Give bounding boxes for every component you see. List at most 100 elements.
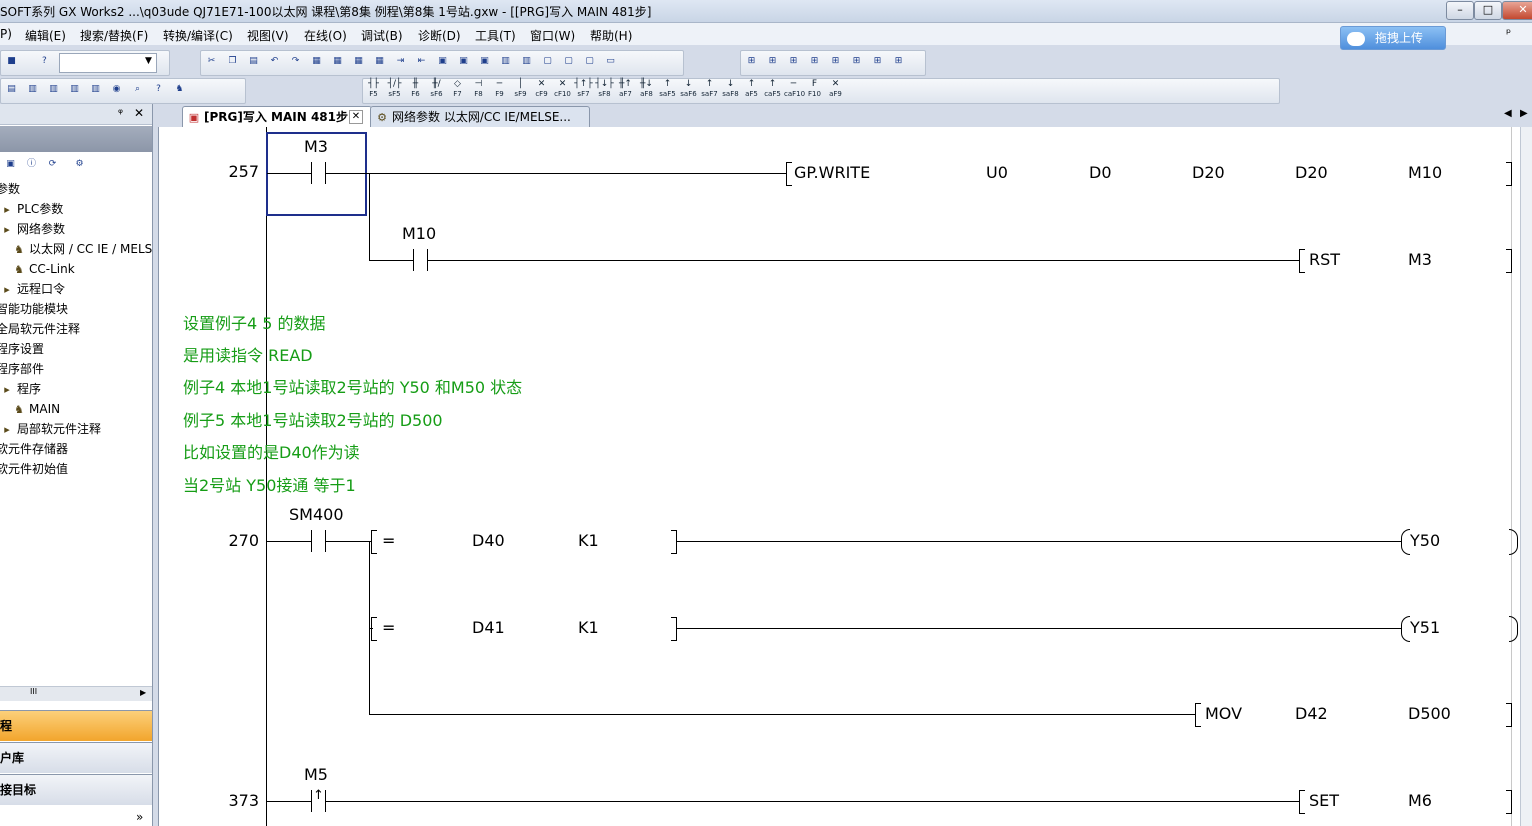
window-icon[interactable]: ▤	[3, 81, 20, 97]
ladder-symbol-button[interactable]: ↑ saF5	[658, 79, 677, 99]
tree-item[interactable]: ♞ 以太网 / CC IE / MELS	[12, 240, 152, 258]
cut-icon[interactable]: ✂	[203, 53, 220, 69]
statement-comment[interactable]: 是用读指令 READ	[183, 342, 313, 366]
step-icon[interactable]: ▢	[581, 53, 598, 69]
dev-icon[interactable]: ▥	[45, 81, 62, 97]
monitor-icon[interactable]: ▣	[455, 53, 472, 69]
panel-close-icon[interactable]: ✕	[134, 106, 144, 120]
refresh-icon[interactable]: ⟳	[44, 156, 61, 172]
ladder-icon[interactable]: ⊞	[869, 53, 886, 69]
tree-item[interactable]: ▸ 网络参数	[0, 220, 65, 238]
tree-item[interactable]: 智能功能模块	[0, 300, 68, 318]
menu-find-replace[interactable]: 搜索/替换(F)	[80, 27, 148, 44]
tree-item[interactable]: ▸ 程序	[0, 380, 41, 398]
dev-icon[interactable]: ▥	[497, 53, 514, 69]
nav-program[interactable]: 程	[0, 710, 152, 741]
contact-no[interactable]	[413, 249, 414, 271]
ladder-symbol-button[interactable]: ┤/├ sF5	[385, 79, 404, 99]
upload-button[interactable]: 拖拽上传	[1340, 26, 1446, 50]
device-icon[interactable]: ▦	[371, 53, 388, 69]
tree-item[interactable]: 软元件存储器	[0, 440, 68, 458]
menu-debug[interactable]: 调试(B)	[361, 27, 403, 44]
read-plc-icon[interactable]: ⇤	[413, 53, 430, 69]
ladder-symbol-button[interactable]: ⊣ F8	[469, 79, 488, 99]
device-icon[interactable]: ▦	[308, 53, 325, 69]
paste-icon[interactable]: ▤	[245, 53, 262, 69]
contact-no[interactable]	[311, 530, 312, 552]
close-button[interactable]: ✕	[1502, 1, 1532, 20]
copy-icon[interactable]: ❐	[224, 53, 241, 69]
statement-comment[interactable]: 当2号站 Y50接通 等于1	[183, 472, 356, 496]
chevron-down-icon[interactable]: ▼	[145, 56, 152, 66]
minimize-button[interactable]: –	[1446, 1, 1474, 20]
ladder-symbol-button[interactable]: ↓ saF6	[679, 79, 698, 99]
scroll-right-icon[interactable]: ▶	[140, 688, 146, 697]
ladder-icon[interactable]: ⊞	[743, 53, 760, 69]
contact-no[interactable]	[311, 162, 312, 184]
tree-item[interactable]: ▸ 远程口令	[0, 280, 65, 298]
info-icon[interactable]: ⓘ	[23, 156, 40, 172]
ladder-icon[interactable]: ⊞	[764, 53, 781, 69]
undo-icon[interactable]: ↶	[266, 53, 283, 69]
instruction-name[interactable]: RST	[1309, 250, 1340, 269]
coil-label[interactable]: Y51	[1410, 618, 1440, 637]
tree-item[interactable]: ♞ CC-Link	[12, 260, 75, 278]
help-icon[interactable]: ?	[150, 81, 167, 97]
step-icon[interactable]: ▢	[560, 53, 577, 69]
tree-item[interactable]: 程序部件	[0, 360, 44, 378]
display-icon[interactable]: ▭	[602, 53, 619, 69]
options-icon[interactable]: ⚙	[71, 156, 88, 172]
ladder-symbol-button[interactable]: ✕ cF9	[532, 79, 551, 99]
menu-edit[interactable]: 编辑(E)	[25, 27, 66, 44]
tree-item[interactable]: 软元件初始值	[0, 460, 68, 478]
compare-operator[interactable]: =	[382, 618, 395, 637]
ladder-symbol-button[interactable]: ↑ saF7	[700, 79, 719, 99]
device-icon[interactable]: ▦	[350, 53, 367, 69]
ladder-editor[interactable]: 257 M3 GP.WRITE U0 D0 D20 D20 M10 M10 RS…	[158, 127, 1521, 826]
ladder-symbol-button[interactable]: ─ caF10	[784, 79, 805, 99]
nav-user-library[interactable]: 户库	[0, 742, 152, 773]
tree-item[interactable]: 程序设置	[0, 340, 44, 358]
horizontal-scrollbar[interactable]: III ▶	[0, 686, 152, 701]
tab-main-program[interactable]: ▣ [PRG]写入 MAIN 481步 ✕	[182, 106, 372, 127]
menu-tools[interactable]: 工具(T)	[475, 27, 516, 44]
pin-icon[interactable]: ᵠ	[118, 106, 123, 120]
tree-item[interactable]: ♞ MAIN	[12, 400, 60, 418]
menu-project[interactable]: P)	[0, 27, 12, 41]
combo-box[interactable]	[59, 53, 157, 73]
instruction-name[interactable]: SET	[1309, 791, 1339, 810]
tab-close-icon[interactable]: ✕	[349, 110, 363, 124]
statement-comment[interactable]: 例子4 本地1号站读取2号站的 Y50 和M50 状态	[183, 374, 522, 398]
binoculars-icon[interactable]: ♞	[171, 81, 188, 97]
dev-icon[interactable]: ▥	[87, 81, 104, 97]
scroll-thumb[interactable]: III	[30, 687, 37, 696]
nav-connection-destination[interactable]: 接目标	[0, 774, 152, 805]
menu-view[interactable]: 视图(V)	[247, 27, 289, 44]
ladder-symbol-button[interactable]: ↑ aF5	[742, 79, 761, 99]
ladder-symbol-button[interactable]: ✕ cF10	[553, 79, 572, 99]
ladder-icon[interactable]: ⊞	[806, 53, 823, 69]
statement-comment[interactable]: 例子5 本地1号站读取2号站的 D500	[183, 407, 443, 431]
folder-icon[interactable]: ▣	[2, 156, 19, 172]
watch-icon[interactable]: ◉	[108, 81, 125, 97]
ladder-symbol-button[interactable]: ↑ caF5	[763, 79, 782, 99]
ladder-symbol-button[interactable]: ╫↑ aF7	[616, 79, 635, 99]
instruction-name[interactable]: MOV	[1205, 704, 1242, 723]
menu-help[interactable]: 帮助(H)	[590, 27, 632, 44]
ladder-icon[interactable]: ⊞	[827, 53, 844, 69]
ladder-symbol-button[interactable]: ┤↓├ sF8	[595, 79, 614, 99]
dev-icon[interactable]: ▥	[518, 53, 535, 69]
maximize-button[interactable]: □	[1474, 1, 1502, 20]
more-icon[interactable]: »	[136, 810, 143, 824]
monitor-icon[interactable]: ▣	[476, 53, 493, 69]
vertical-scrollbar[interactable]	[1520, 127, 1532, 826]
verify-icon[interactable]: ▣	[434, 53, 451, 69]
menu-convert[interactable]: 转换/编译(C)	[163, 27, 233, 44]
ladder-symbol-button[interactable]: ┤├ F5	[364, 79, 383, 99]
ladder-symbol-button[interactable]: ╫ F6	[406, 79, 425, 99]
save-icon[interactable]: ■	[3, 53, 20, 69]
statement-comment[interactable]: 设置例子4 5 的数据	[183, 310, 326, 334]
tree-item[interactable]: ▸ 局部软元件注释	[0, 420, 101, 438]
help-icon[interactable]: ?	[36, 53, 53, 69]
dev-icon[interactable]: ▥	[24, 81, 41, 97]
